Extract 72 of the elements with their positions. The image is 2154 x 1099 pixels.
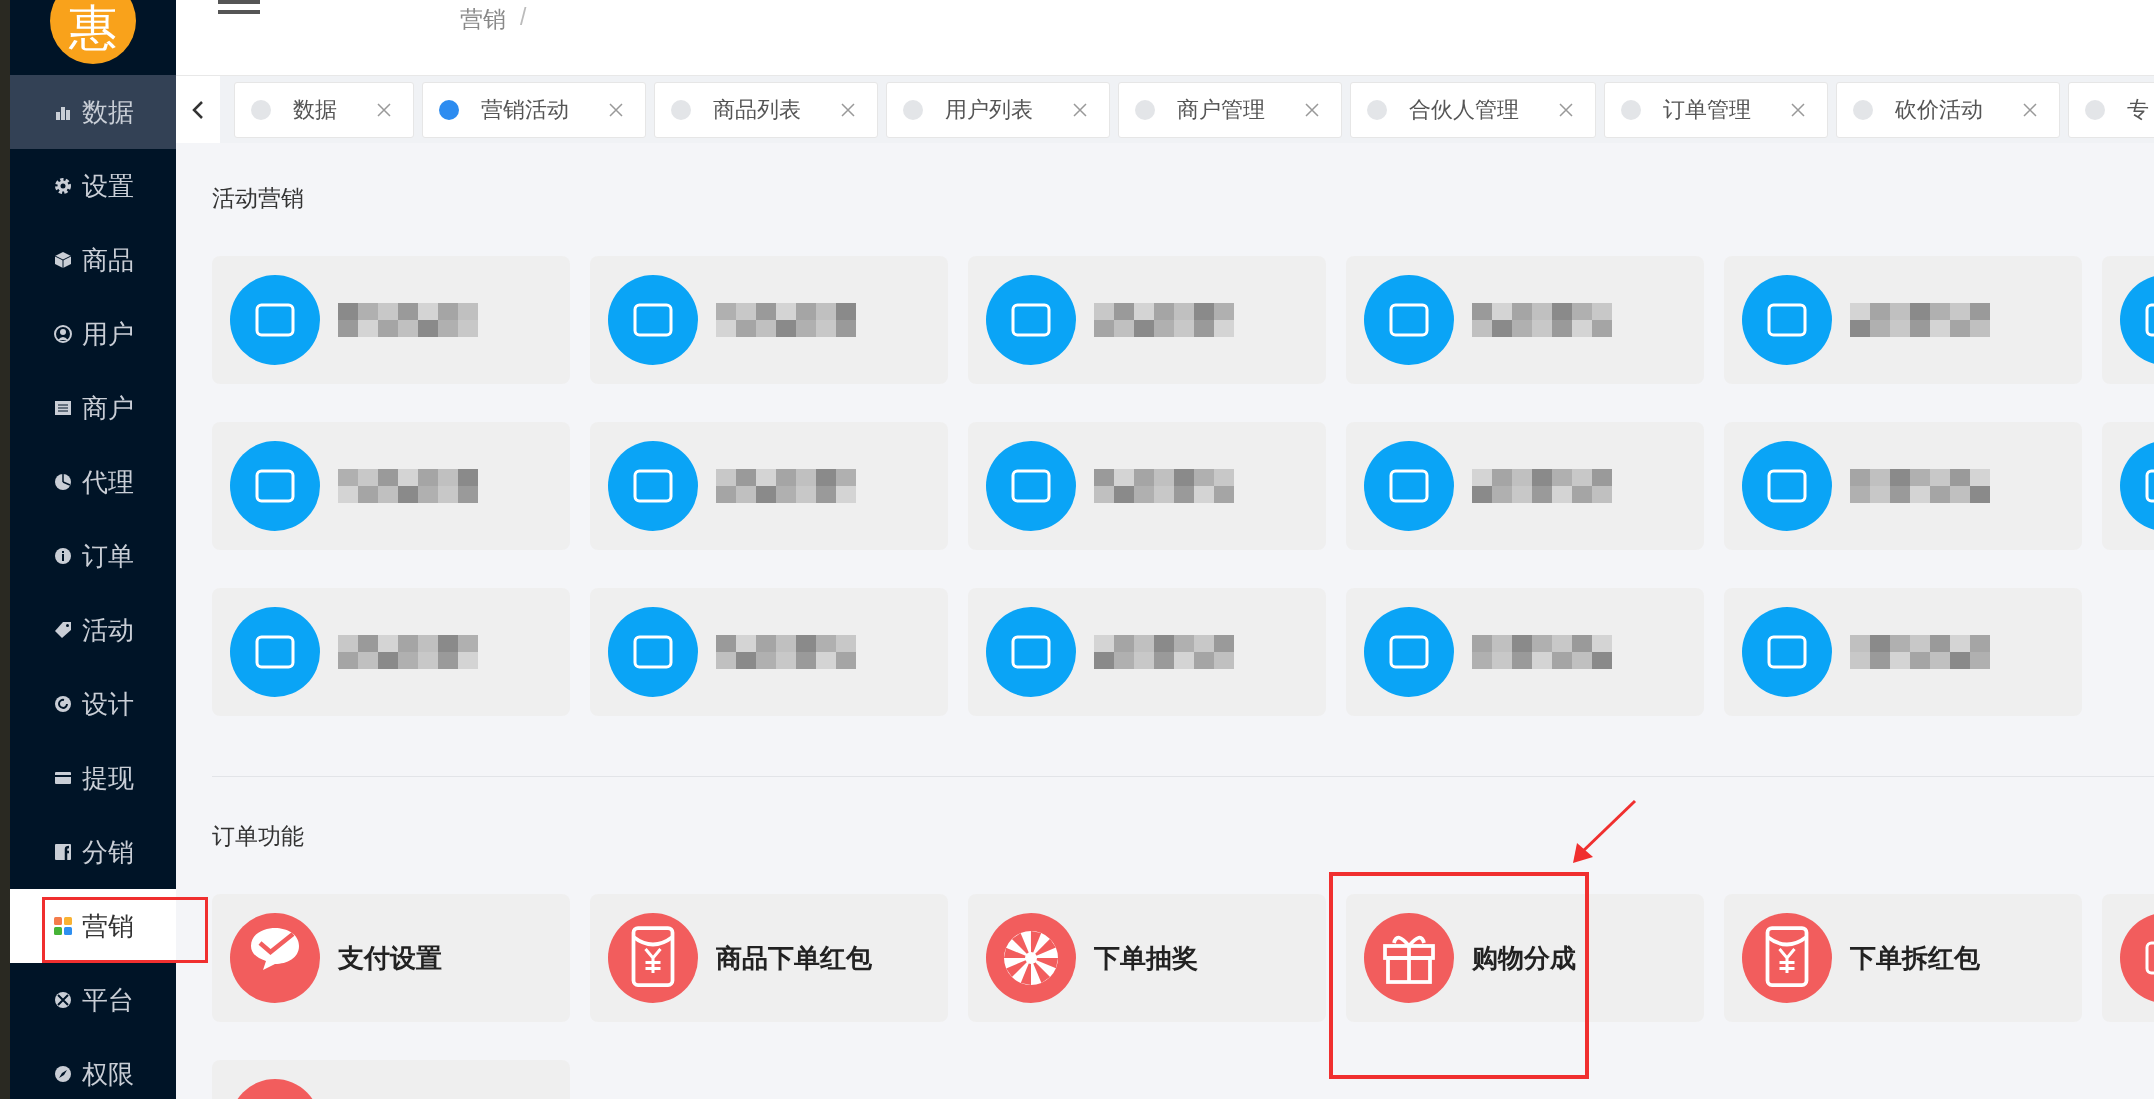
section-title: 活动营销 — [212, 184, 305, 213]
feature-card[interactable] — [1724, 588, 2082, 716]
tab[interactable]: 合伙人管理 — [1350, 81, 1596, 138]
sidebar-item[interactable]: 活动 — [10, 593, 176, 667]
feature-card[interactable] — [590, 256, 948, 384]
tiles-icon — [54, 917, 72, 935]
feature-card[interactable] — [968, 588, 1326, 716]
feature-card[interactable]: 下单拆红包 — [1724, 894, 2082, 1022]
tab[interactable]: 营销活动 — [422, 81, 646, 138]
close-icon[interactable] — [1073, 102, 1087, 117]
logo: 惠 — [50, 0, 136, 64]
close-icon[interactable] — [377, 102, 391, 117]
close-icon[interactable] — [1305, 102, 1319, 117]
breadcrumb[interactable]: 营销 — [460, 4, 506, 35]
close-icon[interactable] — [609, 102, 623, 117]
compass-icon — [54, 1065, 72, 1083]
sidebar-item[interactable]: 用户 — [10, 297, 176, 371]
list-icon — [54, 399, 72, 417]
sidebar-item[interactable]: 分销 — [10, 815, 176, 889]
feature-card[interactable] — [590, 588, 948, 716]
feature-card[interactable]: 下单抽奖 — [968, 894, 1326, 1022]
chevron-left-icon — [191, 99, 205, 120]
tab[interactable]: 商品列表 — [654, 81, 878, 138]
x-ball-icon — [54, 991, 72, 1009]
feature-card[interactable] — [1346, 256, 1704, 384]
feature-card[interactable] — [212, 422, 570, 550]
tab[interactable]: 订单管理 — [1604, 81, 1828, 138]
square-f-icon — [54, 843, 72, 861]
feature-card[interactable]: 支付设置 — [212, 894, 570, 1022]
breadcrumb-separator: / — [520, 4, 527, 32]
card-icon — [54, 769, 72, 787]
pie-icon — [54, 473, 72, 491]
user-icon — [54, 325, 72, 343]
tab[interactable]: 专 — [2068, 81, 2154, 138]
sidebar-item[interactable]: 商品 — [10, 223, 176, 297]
sidebar-item[interactable]: 设置 — [10, 149, 176, 223]
feature-card[interactable] — [212, 256, 570, 384]
tag-icon — [54, 621, 72, 639]
close-icon[interactable] — [1559, 102, 1573, 117]
section-title: 订单功能 — [212, 822, 305, 851]
sidebar-item[interactable]: 权限 — [10, 1037, 176, 1099]
gear-icon — [54, 177, 72, 195]
sidebar-item[interactable]: 设计 — [10, 667, 176, 741]
refresh-icon — [54, 695, 72, 713]
sidebar-item[interactable]: 平台 — [10, 963, 176, 1037]
feature-card[interactable] — [968, 422, 1326, 550]
close-icon[interactable] — [1791, 102, 1805, 117]
feature-card[interactable]: 商品下单红包 — [590, 894, 948, 1022]
info-icon — [54, 547, 72, 565]
feature-card[interactable]: 购物分成 — [1346, 894, 1704, 1022]
tab[interactable]: 用户列表 — [886, 81, 1110, 138]
close-icon[interactable] — [2023, 102, 2037, 117]
sidebar-item[interactable]: 商户 — [10, 371, 176, 445]
tab[interactable]: 砍价活动 — [1836, 81, 2060, 138]
close-icon[interactable] — [841, 102, 855, 117]
cube-icon — [54, 251, 72, 269]
feature-card[interactable] — [1724, 422, 2082, 550]
sidebar-item[interactable]: 订单 — [10, 519, 176, 593]
sidebar-item[interactable]: 营销 — [10, 889, 176, 963]
sidebar-item[interactable]: 代理 — [10, 445, 176, 519]
tab[interactable]: 商户管理 — [1118, 81, 1342, 138]
feature-card[interactable] — [1724, 256, 2082, 384]
feature-card[interactable] — [590, 422, 948, 550]
sidebar-item[interactable]: 数据 — [10, 75, 176, 149]
tab[interactable]: 数据 — [234, 81, 414, 138]
annotation-arrow — [1571, 799, 1637, 865]
scroll-left-button[interactable] — [176, 76, 220, 143]
feature-card[interactable] — [212, 588, 570, 716]
sidebar-item[interactable]: 提现 — [10, 741, 176, 815]
feature-card[interactable] — [1346, 422, 1704, 550]
feature-card[interactable] — [1346, 588, 1704, 716]
feature-card[interactable] — [968, 256, 1326, 384]
